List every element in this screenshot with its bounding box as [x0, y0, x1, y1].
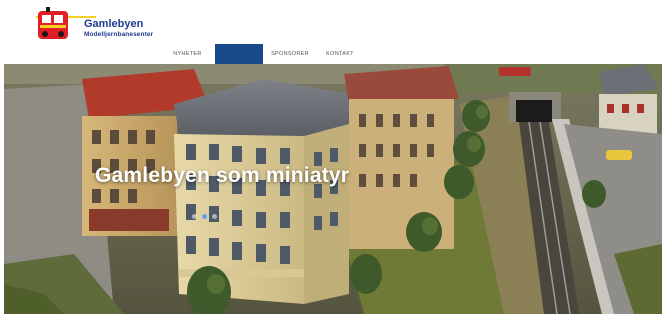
hero-slider[interactable]: Gamlebyen som miniatyr — [4, 64, 662, 314]
brand-subtitle: Modelljernbanesenter — [84, 31, 154, 38]
nav-item-kontakt[interactable]: KONTAKT — [317, 44, 363, 64]
brand-name: Gamlebyen — [84, 18, 144, 30]
site-header: Gamlebyen Modelljernbanesenter NYHETER H… — [0, 0, 662, 64]
nav-item-nyheter[interactable]: NYHETER — [160, 44, 215, 64]
nav-item-sponsorer[interactable]: SPONSORER — [263, 44, 317, 64]
slider-dot-active[interactable] — [202, 214, 207, 219]
hero-image — [4, 64, 662, 314]
site-logo[interactable]: Gamlebyen Modelljernbanesenter — [36, 4, 166, 44]
nav-item-hjem[interactable]: HJEM — [215, 44, 263, 64]
slider-dot[interactable] — [212, 214, 217, 219]
slider-pagination — [192, 214, 217, 219]
slider-dot[interactable] — [192, 214, 197, 219]
main-nav: NYHETER HJEM SPONSORER KONTAKT — [160, 44, 363, 64]
hero-title: Gamlebyen som miniatyr — [95, 164, 350, 187]
